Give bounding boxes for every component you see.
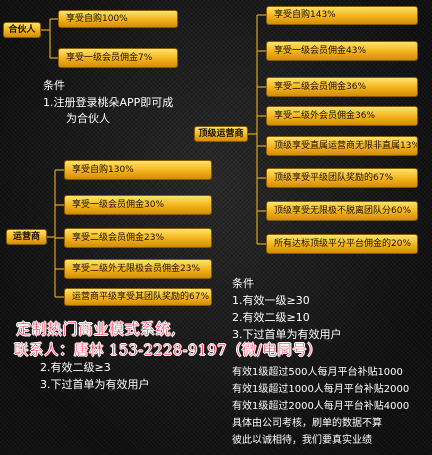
operator-tag: 运营商 bbox=[6, 229, 47, 245]
operator-item-5: 运营商平级享受其团队奖励的67% bbox=[64, 288, 212, 306]
top-operator-item-6: 顶级享受平级团队奖励的67% bbox=[266, 168, 418, 188]
top-operator-tag: 顶级运营商 bbox=[194, 126, 248, 142]
partner-condition-line2: 为合伙人 bbox=[66, 112, 110, 125]
top-operator-item-5: 顶级享受直属运营商无限非直属13% bbox=[266, 136, 418, 156]
top-operator-item-3: 享受二级会员佣金36% bbox=[266, 77, 418, 97]
top-operator-item-7: 顶级享受无限极不脱离团队分60% bbox=[266, 201, 418, 221]
top-operator-item-1: 享受自购143% bbox=[266, 6, 418, 25]
top-operator-item-2: 享受一级会员佣金43% bbox=[266, 41, 418, 61]
operator-item-4: 享受二级外无限极会员佣金23% bbox=[64, 259, 212, 279]
top-operator-item-4: 享受二级外会员佣金36% bbox=[266, 106, 418, 126]
subsidy-note-4: 具体由公司考核，刷单的数据不算 bbox=[232, 418, 382, 429]
subsidy-note-1: 有效1级超过500人每月平台补贴1000 bbox=[232, 367, 403, 378]
partner-condition-line1: 1.注册登录桃朵APP即可成 bbox=[43, 96, 174, 109]
partner-item-level1-commission: 享受一级会员佣金7% bbox=[58, 48, 178, 68]
operator-condition-line2: 2.有效二级≥3 bbox=[40, 361, 111, 374]
promo-line-1: 定制热门商业模式系统, bbox=[16, 320, 177, 338]
subsidy-note-3: 有效1级超过2000人每月平台补贴4000 bbox=[232, 401, 410, 412]
top-condition-line1: 1.有效一级≥30 bbox=[232, 294, 310, 307]
operator-item-3: 享受二级会员佣金23% bbox=[64, 228, 212, 248]
subsidy-note-2: 有效1级超过1000人每月平台补贴2000 bbox=[232, 384, 410, 395]
subsidy-note-5: 彼此以诚相待，我们要真实业绩 bbox=[232, 435, 372, 446]
top-conditions-title: 条件 bbox=[232, 277, 254, 290]
operator-condition-line3: 3.下过首单为有效用户 bbox=[40, 378, 150, 391]
promo-line-2: 联系人：唐林 153-2228-9197（微/电同号） bbox=[14, 343, 323, 359]
operator-item-2: 享受一级会员佣金30% bbox=[64, 195, 212, 215]
partner-conditions-title: 条件 bbox=[43, 79, 65, 92]
top-operator-item-8: 所有达标顶级平分平台佣金的20% bbox=[266, 234, 418, 254]
top-condition-line2: 2.有效二级≥10 bbox=[232, 311, 310, 324]
partner-item-self-purchase: 享受自购100% bbox=[58, 10, 178, 28]
operator-item-1: 享受自购130% bbox=[64, 160, 212, 180]
top-condition-line3: 3.下过首单为有效用户 bbox=[232, 328, 342, 341]
partner-tag: 合伙人 bbox=[3, 22, 41, 38]
